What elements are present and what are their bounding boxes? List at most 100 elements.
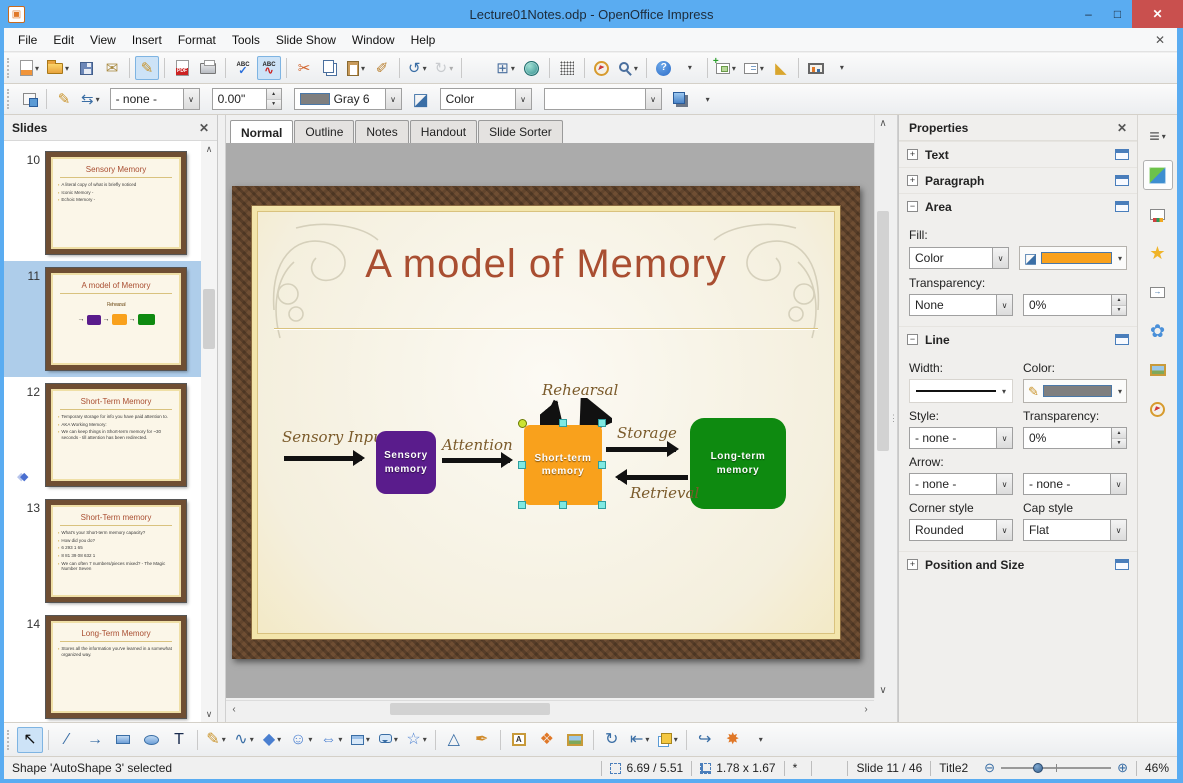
selection-handle-top-middle[interactable] bbox=[559, 419, 567, 427]
connector-tool-button[interactable]: ∿ ▾ bbox=[231, 727, 257, 753]
area-style-button[interactable]: ◪ bbox=[409, 87, 433, 111]
selection-handle-bottom-right[interactable] bbox=[598, 501, 606, 509]
shadow-button[interactable] bbox=[669, 87, 693, 111]
scroll-left-icon[interactable]: ‹ bbox=[226, 701, 242, 717]
slide-title[interactable]: A model of Memory bbox=[252, 242, 840, 287]
slide-design-button[interactable]: ◣ bbox=[769, 56, 793, 80]
tab-slide-transition[interactable]: → bbox=[1143, 277, 1173, 307]
view-tab-slide-sorter[interactable]: Slide Sorter bbox=[478, 120, 563, 143]
toolbar-grip[interactable] bbox=[7, 729, 12, 750]
menu-view[interactable]: View bbox=[82, 29, 124, 51]
expand-icon[interactable]: + bbox=[907, 175, 918, 186]
vertical-scrollbar[interactable]: ∧ ∨ bbox=[874, 115, 890, 698]
rotate-button[interactable]: ↻ bbox=[599, 727, 625, 753]
slide-thumbnail-10[interactable]: 10 Sensory Memory ▪ A literal copy of what … bbox=[4, 145, 201, 261]
toolbar-options-button[interactable]: ▾ bbox=[678, 56, 702, 80]
slide-thumbnail-11[interactable]: 11 A model of Memory Rehearsal → → → bbox=[4, 261, 201, 377]
tab-navigator[interactable] bbox=[1143, 394, 1173, 424]
dropdown-icon[interactable]: ▾ bbox=[760, 64, 764, 73]
sidebar-settings[interactable]: ≡ ▾ bbox=[1143, 121, 1173, 151]
arrow-end-select[interactable]: - none - ∨ bbox=[1023, 473, 1127, 495]
cut-button[interactable]: ✂ bbox=[292, 56, 316, 80]
selection-handle-top-right[interactable] bbox=[598, 419, 606, 427]
collapse-icon[interactable]: − bbox=[907, 334, 918, 345]
menu-insert[interactable]: Insert bbox=[124, 29, 170, 51]
star-shapes-button[interactable]: ☆ ▾ bbox=[403, 727, 429, 753]
possize-dialog-launcher-icon[interactable] bbox=[1115, 559, 1129, 570]
area-fill-type-select[interactable]: Color ∨ bbox=[909, 247, 1009, 269]
line-pen-button[interactable]: ✎ bbox=[52, 87, 76, 111]
expand-icon[interactable]: + bbox=[907, 559, 918, 570]
flowchart-shapes-button[interactable]: ▾ bbox=[347, 727, 373, 753]
arrow-tool-button[interactable]: → bbox=[82, 727, 108, 753]
thumbnail-image[interactable]: A model of Memory Rehearsal → → → bbox=[45, 267, 187, 371]
format-paintbrush-button[interactable]: ✐ bbox=[370, 56, 394, 80]
cap-style-select[interactable]: Flat ∨ bbox=[1023, 519, 1127, 541]
linefill-toolbar-options[interactable]: ▾ bbox=[695, 87, 719, 111]
copy-button[interactable] bbox=[318, 56, 342, 80]
spin-down-icon[interactable]: ▼ bbox=[266, 99, 281, 109]
line-dialog-launcher-icon[interactable] bbox=[1115, 334, 1129, 345]
line-style-select[interactable]: - none - ∨ bbox=[109, 88, 200, 110]
dropdown-icon[interactable]: ▾ bbox=[732, 64, 736, 73]
3d-objects-button[interactable]: ❖ bbox=[534, 727, 560, 753]
storage-arrow[interactable] bbox=[606, 441, 679, 457]
area-dialog-launcher-icon[interactable] bbox=[1115, 201, 1129, 212]
undo-button[interactable]: ↺ ▾ bbox=[405, 56, 430, 80]
dropdown-icon[interactable]: ▾ bbox=[35, 64, 39, 73]
horizontal-scrollbar[interactable]: ‹ › bbox=[226, 700, 874, 716]
dropdown-icon[interactable]: ▾ bbox=[645, 735, 649, 744]
color-dropdown-icon[interactable]: ▾ bbox=[1118, 254, 1122, 263]
slide-thumbnail-12[interactable]: 12 Short-Term Memory ▪ Temporary storage fo… bbox=[4, 377, 201, 493]
toolbar-grip[interactable] bbox=[7, 58, 12, 78]
storage-label[interactable]: Storage bbox=[617, 424, 677, 442]
thumbnail-image[interactable]: Short-Term memory ▪ What's your Short-term… bbox=[45, 499, 187, 603]
dropdown-icon[interactable]: ▾ bbox=[449, 64, 453, 73]
fill-color-select[interactable]: ∨ bbox=[543, 88, 662, 110]
selection-handle-bottom-left[interactable] bbox=[518, 501, 526, 509]
sensory-input-label[interactable]: Sensory Input bbox=[282, 428, 389, 446]
zoom-out-icon[interactable]: ⊖ bbox=[984, 760, 995, 776]
edit-file-button[interactable]: ✎ bbox=[135, 56, 160, 80]
scrollbar-thumb[interactable] bbox=[390, 703, 550, 715]
scroll-up-icon[interactable]: ∧ bbox=[201, 141, 217, 157]
section-line[interactable]: − Line bbox=[899, 326, 1137, 352]
drawing-toolbar-options-button[interactable]: ▾ bbox=[748, 727, 774, 753]
email-document-button[interactable]: ✉ bbox=[100, 56, 124, 80]
scroll-up-icon[interactable]: ∧ bbox=[875, 115, 891, 131]
short-term-memory-box[interactable]: Short-term memory bbox=[524, 425, 602, 505]
menu-format[interactable]: Format bbox=[170, 29, 224, 51]
rectangle-tool-button[interactable] bbox=[110, 727, 136, 753]
menu-edit[interactable]: Edit bbox=[45, 29, 82, 51]
retrieval-arrow[interactable] bbox=[615, 469, 688, 485]
view-tab-notes[interactable]: Notes bbox=[355, 120, 409, 143]
save-button[interactable] bbox=[74, 56, 98, 80]
line-style-select[interactable]: - none - ∨ bbox=[909, 427, 1013, 449]
animation-effects-button[interactable]: ✸ bbox=[720, 727, 746, 753]
close-document-button[interactable]: ✕ bbox=[1151, 31, 1169, 49]
thumbnail-image[interactable]: Sensory Memory ▪ A literal copy of what is… bbox=[45, 151, 187, 255]
slide-show-button[interactable] bbox=[804, 56, 828, 80]
dropdown-icon[interactable]: ▾ bbox=[423, 64, 427, 73]
dropdown-icon[interactable]: ▾ bbox=[674, 735, 678, 744]
view-tab-normal[interactable]: Normal bbox=[230, 120, 294, 144]
line-color-select[interactable]: Gray 6 ∨ bbox=[293, 88, 402, 110]
slides-panel-scrollbar[interactable]: ∧ ∨ bbox=[201, 141, 217, 722]
sensory-memory-box[interactable]: Sensory memory bbox=[376, 431, 436, 494]
minimize-button[interactable]: – bbox=[1074, 0, 1103, 28]
properties-close-icon[interactable]: ✕ bbox=[1117, 121, 1127, 135]
section-area[interactable]: − Area bbox=[899, 193, 1137, 219]
text-dialog-launcher-icon[interactable] bbox=[1115, 149, 1129, 160]
slide-layout-button[interactable]: ▾ bbox=[741, 56, 767, 80]
scroll-down-icon[interactable]: ∨ bbox=[875, 682, 891, 698]
selection-handle-top-left[interactable] bbox=[518, 419, 527, 428]
line-transparency-spinner[interactable]: 0% ▲ ▼ bbox=[1023, 427, 1127, 449]
slide-style[interactable]: Title2 bbox=[931, 761, 976, 775]
display-grid-button[interactable] bbox=[555, 56, 579, 80]
text-tool-button[interactable]: T bbox=[166, 727, 192, 753]
dropdown-icon[interactable]: ▾ bbox=[366, 735, 370, 744]
print-button[interactable] bbox=[196, 56, 220, 80]
zoom-button[interactable]: ▾ bbox=[616, 56, 641, 80]
menu-file[interactable]: File bbox=[10, 29, 45, 51]
panel-splitter[interactable] bbox=[218, 115, 226, 722]
